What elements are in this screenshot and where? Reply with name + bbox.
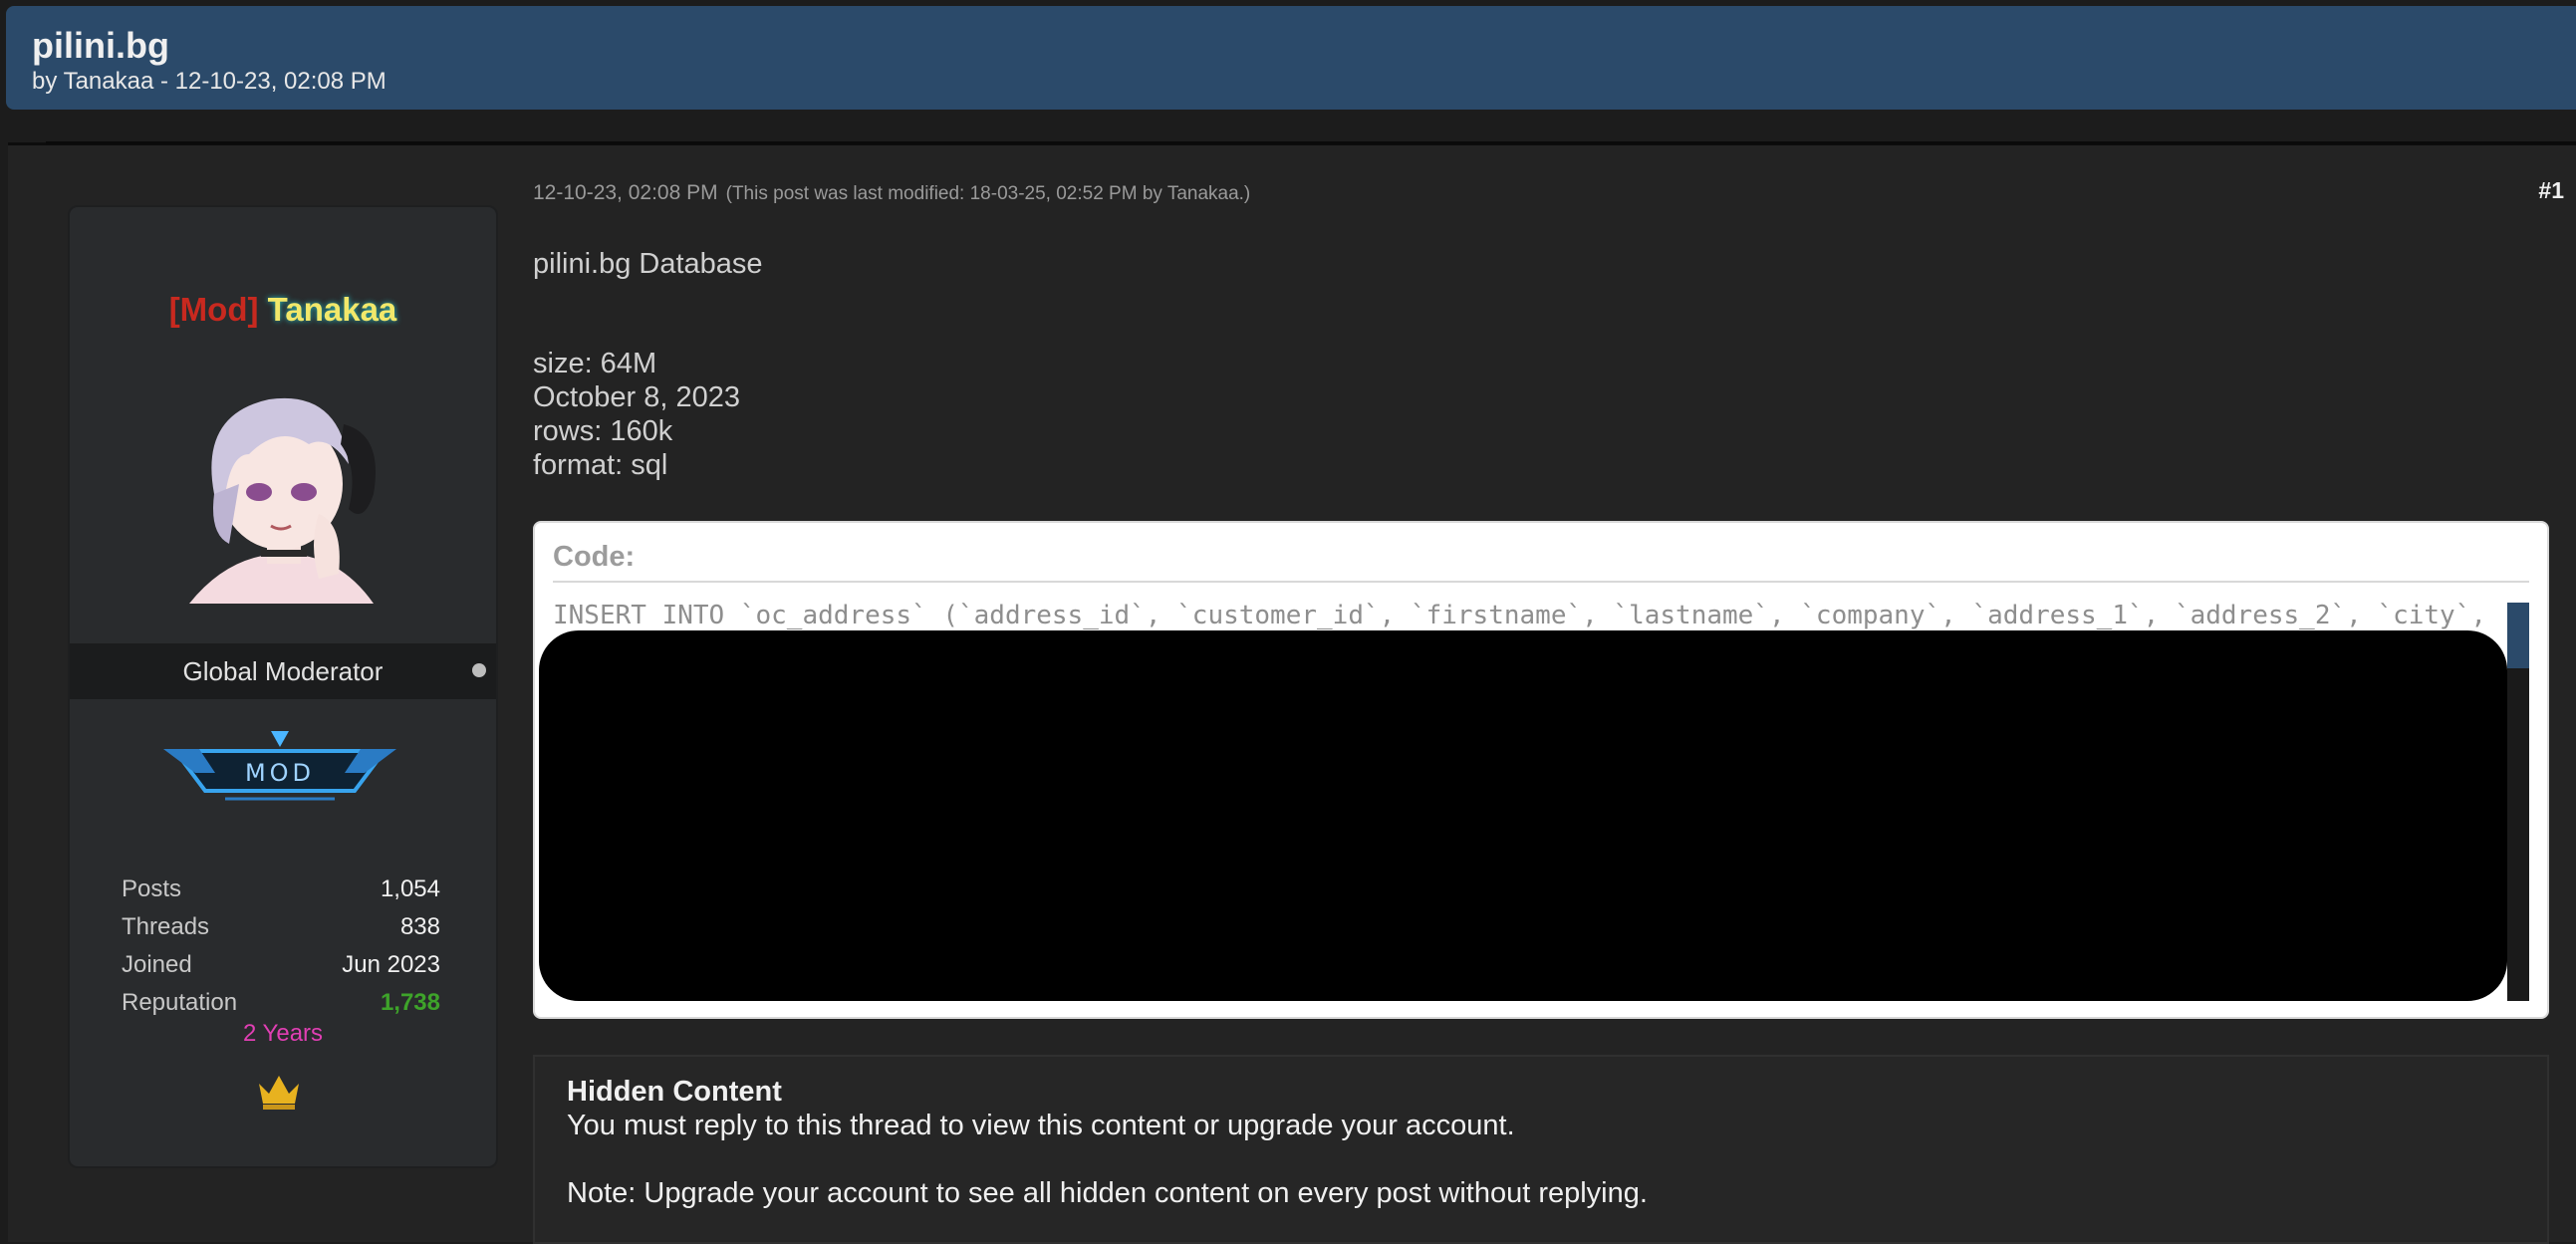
hidden-content-title: Hidden Content xyxy=(567,1076,782,1108)
crown-icon xyxy=(259,1076,299,1110)
scrollbar-thumb[interactable] xyxy=(2507,603,2529,668)
post-edited-note: (This post was last modified: 18-03-25, … xyxy=(725,183,1251,204)
hidden-content-box: Hidden Content You must reply to this th… xyxy=(533,1055,2549,1244)
membership-years: 2 Years xyxy=(242,1020,324,1047)
info-date: October 8, 2023 xyxy=(533,381,740,413)
info-format: format: sql xyxy=(533,449,668,481)
hidden-content-text: You must reply to this thread to view th… xyxy=(567,1110,1515,1141)
anime-avatar-icon[interactable] xyxy=(169,374,398,614)
stat-row-joined: Joined Jun 2023 xyxy=(122,946,440,984)
code-divider xyxy=(553,581,2529,583)
post-divider xyxy=(46,141,2576,144)
stat-label: Posts xyxy=(122,875,182,902)
stat-value[interactable]: 838 xyxy=(400,908,440,946)
thread-header: pilini.bg by Tanakaa - 12-10-23, 02:08 P… xyxy=(6,6,2576,110)
code-block[interactable]: Code: INSERT INTO `oc_address` (`address… xyxy=(533,521,2549,1019)
info-size: size: 64M xyxy=(533,348,657,379)
post-meta: 12-10-23, 02:08 PM (This post was last mo… xyxy=(533,181,1250,205)
code-text[interactable]: INSERT INTO `oc_address` (`address_id`, … xyxy=(553,601,2487,630)
user-role-bar: Global Moderator xyxy=(70,643,496,699)
mod-badge-icon: MOD xyxy=(163,731,396,801)
post-container: [Mod] Tanakaa Global Moderator MOD Posts… xyxy=(8,141,2576,1244)
info-rows: rows: 160k xyxy=(533,415,673,447)
post-number-link[interactable]: #1 xyxy=(2538,177,2564,204)
stat-row-threads: Threads 838 xyxy=(122,908,440,946)
mod-tag: [Mod] xyxy=(168,291,259,328)
post-body: pilini.bg Database size: 64M October 8, … xyxy=(533,248,763,482)
online-status-icon xyxy=(472,663,486,677)
user-role: Global Moderator xyxy=(182,656,384,686)
stat-row-reputation: Reputation 1,738 xyxy=(122,984,440,1022)
stat-value[interactable]: 1,054 xyxy=(381,871,440,908)
stat-label: Reputation xyxy=(122,989,238,1016)
author-profile-card: [Mod] Tanakaa Global Moderator MOD Posts… xyxy=(68,205,498,1168)
code-scrollbar[interactable] xyxy=(2507,603,2529,1001)
author-stats: Posts 1,054 Threads 838 Joined Jun 2023 … xyxy=(122,871,440,1022)
stat-value: Jun 2023 xyxy=(342,951,440,978)
hidden-content-note: Note: Upgrade your account to see all hi… xyxy=(567,1177,1648,1209)
author-username[interactable]: [Mod] Tanakaa xyxy=(70,291,496,329)
post-date: 12-10-23, 02:08 PM xyxy=(533,181,718,204)
stat-label: Threads xyxy=(122,913,210,940)
post-heading: pilini.bg Database xyxy=(533,248,763,280)
username-text[interactable]: Tanakaa xyxy=(268,291,397,328)
stat-value[interactable]: 1,738 xyxy=(381,984,440,1022)
thread-meta: by Tanakaa - 12-10-23, 02:08 PM xyxy=(32,68,386,95)
redacted-area xyxy=(539,630,2507,1001)
mod-badge-label: MOD xyxy=(245,759,315,787)
code-label: Code: xyxy=(553,541,636,573)
stat-label: Joined xyxy=(122,951,192,978)
stat-row-posts: Posts 1,054 xyxy=(122,871,440,908)
thread-title[interactable]: pilini.bg xyxy=(32,26,2576,66)
